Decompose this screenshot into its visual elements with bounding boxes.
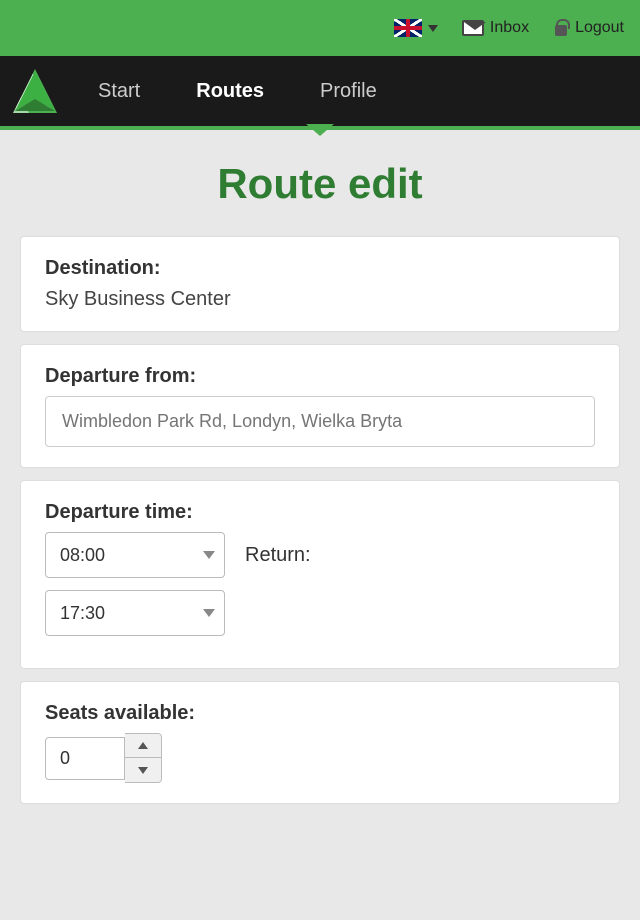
time-return-select[interactable]: 17:30 18:00 18:30 [45,590,225,636]
inbox-label: Inbox [490,19,529,37]
nav-items: Start Routes Profile [70,56,640,126]
lock-icon [553,19,569,37]
nav-bar: Start Routes Profile [0,56,640,126]
seats-card: Seats available: [20,681,620,804]
seats-spinner [125,733,162,783]
nav-active-indicator [306,124,334,136]
nav-routes[interactable]: Routes [168,56,292,126]
arrow-up-icon [138,742,148,749]
time-go-wrapper: 08:00 08:30 09:00 [45,532,225,578]
nav-start[interactable]: Start [70,56,168,126]
flag-uk-icon [394,19,422,37]
seats-decrement-button[interactable] [125,758,161,782]
seats-row [45,733,595,783]
page-title: Route edit [20,160,620,208]
time-return-wrapper: 17:30 18:00 18:30 [45,590,225,636]
logout-label: Logout [575,19,624,37]
departure-from-input[interactable] [45,396,595,447]
inbox-link[interactable]: Inbox [462,19,529,37]
departure-time-card: Departure time: 08:00 08:30 09:00 Return… [20,480,620,669]
departure-time-label: Departure time: [45,501,595,524]
nav-logo [0,56,70,126]
time-go-select[interactable]: 08:00 08:30 09:00 [45,532,225,578]
departure-time-return-row: 17:30 18:00 18:30 [45,590,595,636]
seats-increment-button[interactable] [125,734,161,758]
return-label: Return: [245,544,311,567]
chevron-down-icon [428,25,438,32]
departure-from-card: Departure from: [20,344,620,468]
seats-input[interactable] [45,737,125,780]
destination-label: Destination: [45,257,595,280]
language-selector[interactable] [394,19,438,37]
arrow-down-icon [138,767,148,774]
logout-link[interactable]: Logout [553,19,624,37]
envelope-icon [462,20,484,36]
departure-from-label: Departure from: [45,365,595,388]
seats-label: Seats available: [45,702,595,725]
nav-profile[interactable]: Profile [292,56,405,126]
destination-card: Destination: Sky Business Center [20,236,620,332]
logo-icon [9,65,61,117]
top-bar: Inbox Logout [0,0,640,56]
destination-value: Sky Business Center [45,288,595,311]
departure-time-go-row: 08:00 08:30 09:00 Return: [45,532,595,578]
main-content: Route edit Destination: Sky Business Cen… [0,130,640,836]
